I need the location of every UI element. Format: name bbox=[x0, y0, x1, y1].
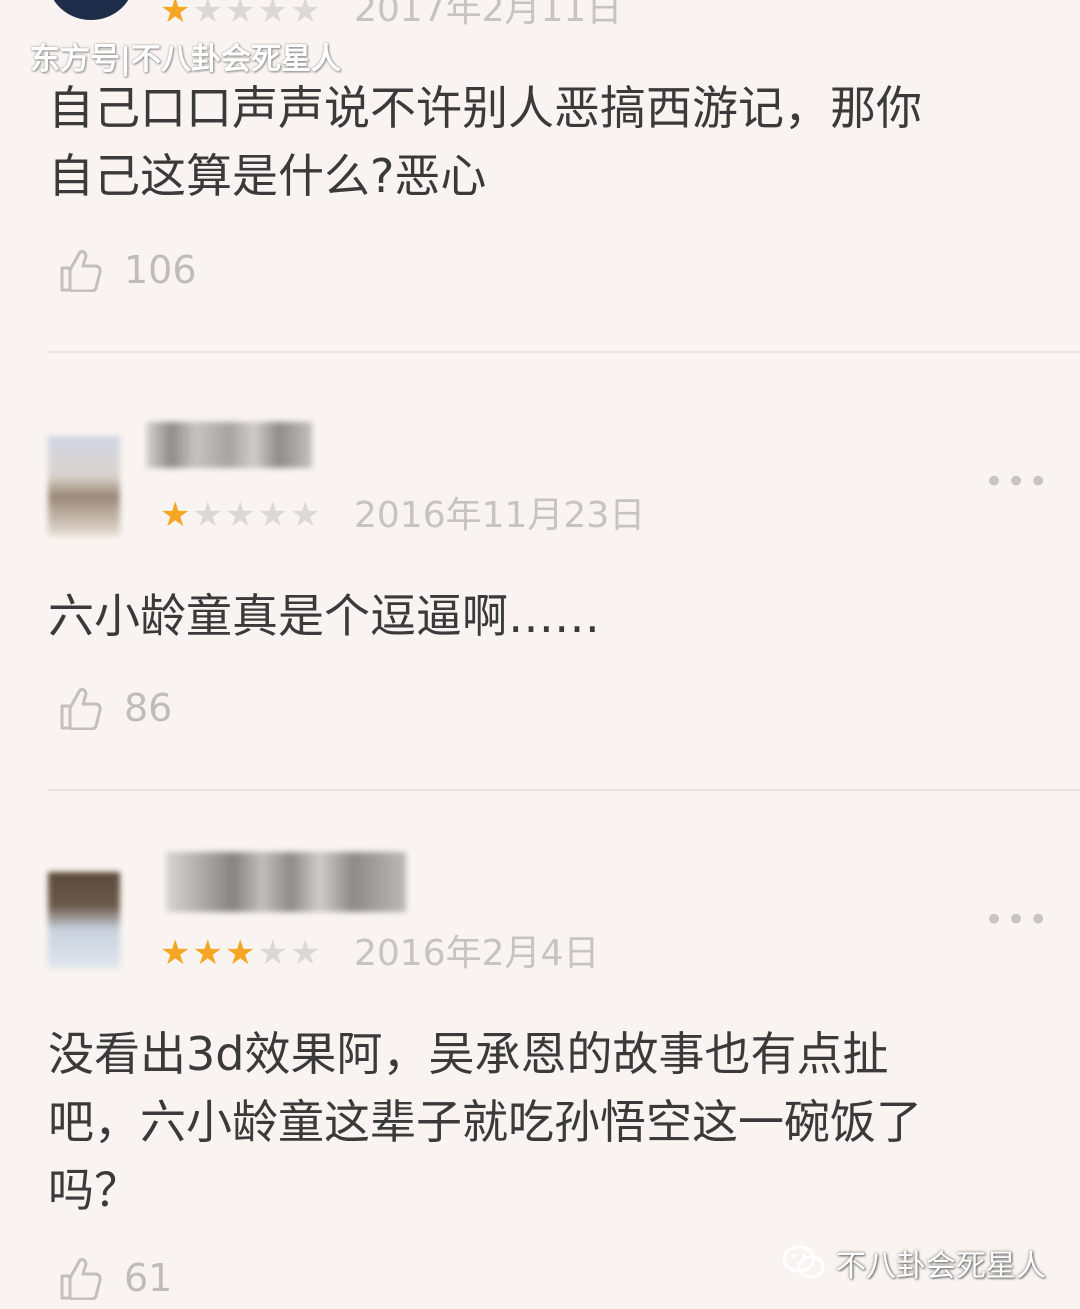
review-date: 2016年11月23日 bbox=[354, 495, 646, 536]
like-count: 86 bbox=[124, 686, 173, 730]
review-date: 2016年2月4日 bbox=[354, 933, 600, 974]
star-rating: ★ ★ ★ ★ ★ bbox=[160, 498, 320, 532]
star-icon: ★ bbox=[224, 0, 256, 31]
username-blurred bbox=[146, 422, 312, 468]
watermark-text: 不八卦会死星人 bbox=[836, 1249, 1046, 1284]
avatar[interactable] bbox=[48, 436, 120, 536]
watermark-text: 东方号|不八卦会死星人 bbox=[30, 42, 341, 77]
review-text-line: 六小龄童真是个逗逼啊…… bbox=[48, 589, 600, 643]
wechat-icon bbox=[782, 1245, 825, 1279]
like-button[interactable]: 106 bbox=[60, 248, 197, 292]
review-text-line: 吧，六小龄童这辈子就吃孙悟空这一碗饭了 bbox=[48, 1095, 922, 1149]
username-blurred bbox=[166, 852, 406, 912]
like-count: 61 bbox=[124, 1256, 173, 1300]
review-text: 六小龄童真是个逗逼啊…… bbox=[48, 582, 1048, 650]
review-text: 自己口口声声说不许别人恶搞西游记，那你 自己这算是什么?恶心 bbox=[48, 74, 1048, 210]
star-icon: ★ bbox=[289, 0, 321, 31]
like-button[interactable]: 86 bbox=[60, 686, 172, 730]
divider bbox=[48, 351, 1080, 353]
star-icon: ★ bbox=[257, 933, 288, 973]
star-icon: ★ bbox=[224, 933, 256, 973]
avatar[interactable] bbox=[48, 0, 134, 20]
review-text-line: 没看出3d效果阿，吴承恩的故事也有点扯 bbox=[48, 1027, 889, 1081]
star-icon: ★ bbox=[289, 495, 321, 535]
star-icon: ★ bbox=[192, 495, 223, 535]
review-text-line: 自己这算是什么?恶心 bbox=[48, 149, 487, 203]
star-rating: ★ ★ ★ ★ ★ bbox=[160, 936, 320, 970]
star-icon: ★ bbox=[224, 495, 256, 535]
review-date: 2017年2月11日 bbox=[354, 0, 623, 30]
thumbs-up-icon bbox=[60, 250, 102, 292]
star-icon: ★ bbox=[160, 495, 191, 535]
star-icon: ★ bbox=[160, 0, 191, 31]
review-text-line: 吗？ bbox=[48, 1163, 140, 1217]
more-dots-icon[interactable]: ••• bbox=[984, 900, 1050, 940]
watermark-bottom: 不八卦会死星人 bbox=[782, 1241, 1046, 1285]
like-button[interactable]: 61 bbox=[60, 1256, 172, 1300]
star-rating: ★ ★ ★ ★ ★ bbox=[160, 0, 320, 28]
star-icon: ★ bbox=[160, 933, 191, 973]
star-icon: ★ bbox=[289, 933, 321, 973]
star-icon: ★ bbox=[257, 0, 288, 31]
thumbs-up-icon bbox=[60, 688, 102, 730]
divider bbox=[48, 789, 1080, 791]
star-icon: ★ bbox=[192, 933, 223, 973]
review-text: 没看出3d效果阿，吴承恩的故事也有点扯 吧，六小龄童这辈子就吃孙悟空这一碗饭了 … bbox=[48, 1020, 1048, 1224]
review-text-line: 自己口口声声说不许别人恶搞西游记，那你 bbox=[48, 81, 922, 135]
avatar[interactable] bbox=[48, 872, 120, 968]
thumbs-up-icon bbox=[60, 1258, 102, 1300]
more-dots-icon[interactable]: ••• bbox=[984, 462, 1050, 502]
star-icon: ★ bbox=[192, 0, 223, 31]
like-count: 106 bbox=[124, 248, 197, 292]
star-icon: ★ bbox=[257, 495, 288, 535]
